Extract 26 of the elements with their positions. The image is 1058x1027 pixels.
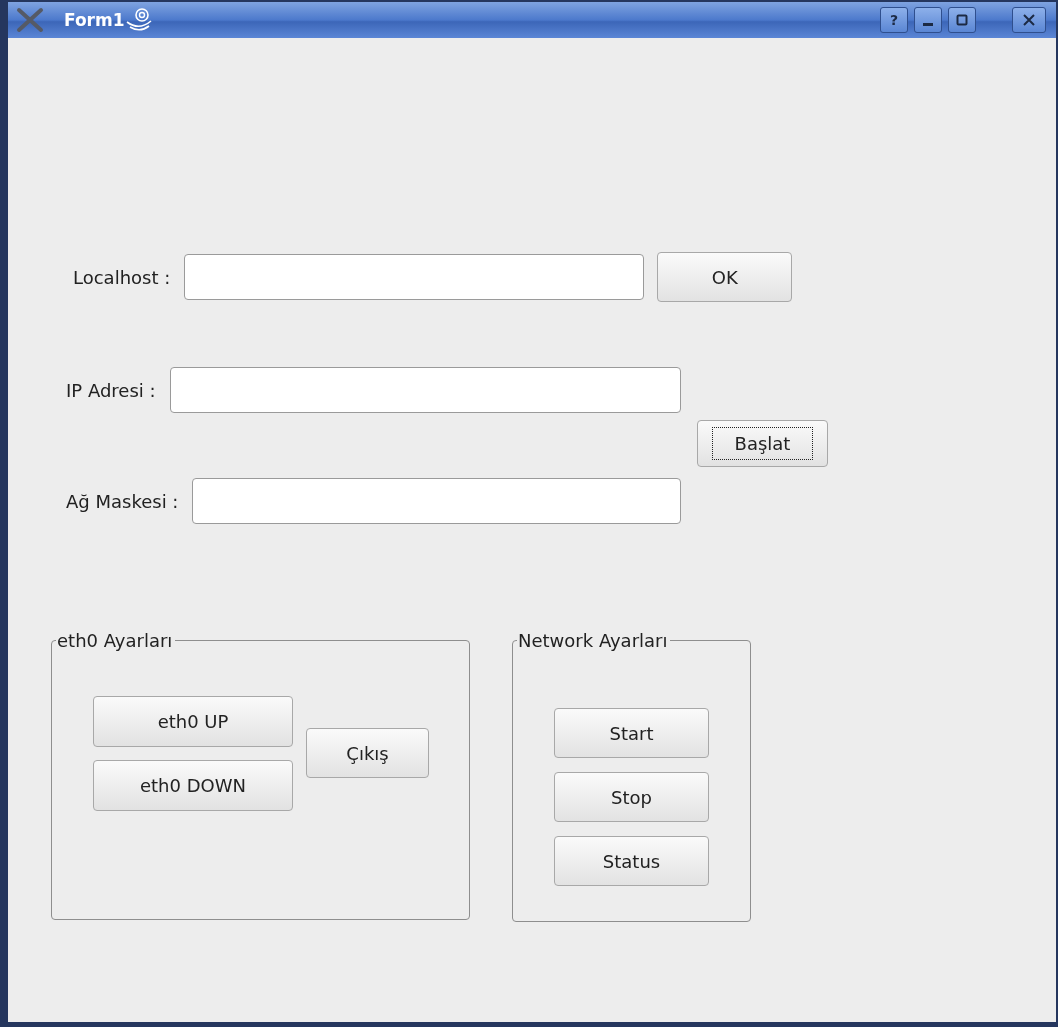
- launch-button[interactable]: Başlat: [697, 420, 828, 467]
- input-field[interactable]: [192, 478, 681, 524]
- swirl-logo-icon: [124, 7, 153, 33]
- interface-button[interactable]: eth0 UP: [93, 696, 293, 747]
- input-field[interactable]: [169, 367, 681, 413]
- maximize-button[interactable]: [948, 7, 976, 33]
- exit-button[interactable]: Çıkış: [306, 728, 429, 778]
- window-title: Form1: [64, 10, 125, 30]
- network-button[interactable]: Start: [554, 708, 709, 758]
- minimize-icon: [923, 22, 933, 26]
- minimize-button[interactable]: [914, 7, 942, 33]
- close-icon: [1023, 14, 1035, 26]
- input-field[interactable]: [184, 254, 645, 300]
- close-button[interactable]: [1012, 7, 1046, 33]
- maximize-icon: [956, 14, 968, 26]
- group-title: eth0 Ayarları: [56, 630, 174, 651]
- network-button[interactable]: Stop: [554, 772, 709, 822]
- field-label: Ağ Maskesi :: [66, 490, 179, 512]
- crossed-tools-icon: [16, 7, 44, 33]
- help-button[interactable]: ?: [880, 7, 908, 33]
- network-button[interactable]: Status: [554, 836, 709, 886]
- field-label: IP Adresi :: [66, 379, 156, 401]
- ok-button[interactable]: OK: [657, 252, 793, 302]
- interface-button[interactable]: eth0 DOWN: [93, 760, 293, 811]
- group-title: Network Ayarları: [517, 630, 669, 651]
- field-label: Localhost :: [73, 266, 171, 288]
